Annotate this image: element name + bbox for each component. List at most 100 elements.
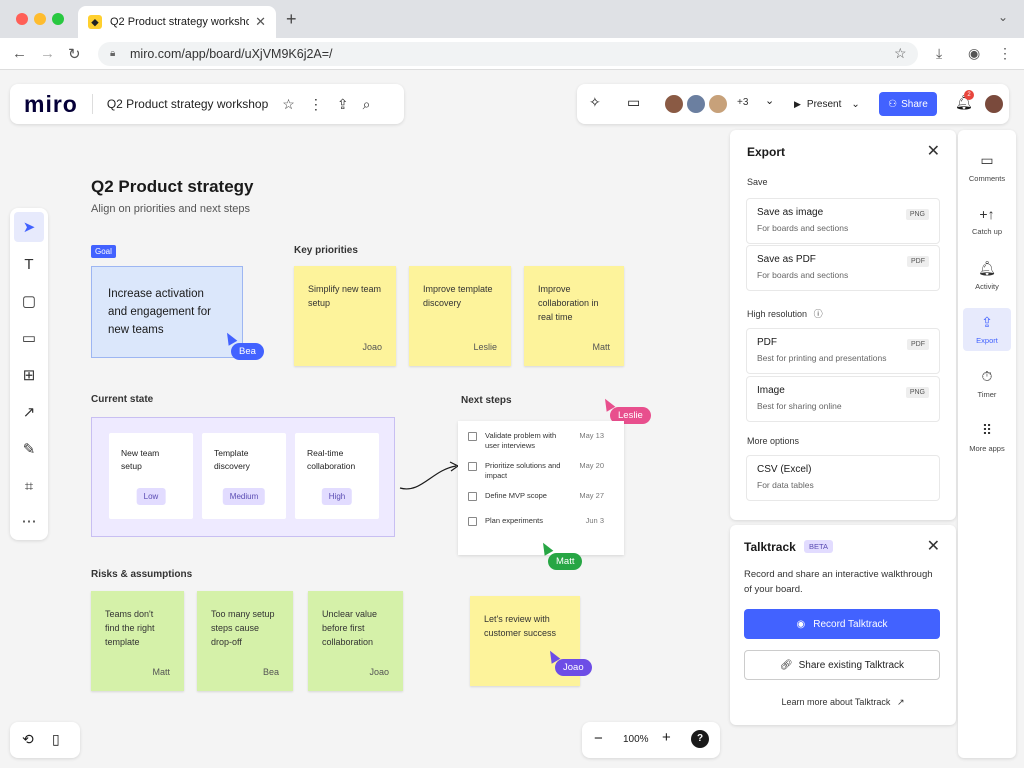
reactions-icon[interactable]: ✧: [589, 94, 601, 111]
export-option-save-image[interactable]: Save as image For boards and sections PN…: [746, 198, 940, 244]
grid-icon: ⠿: [981, 422, 993, 438]
zoom-level[interactable]: 100%: [623, 734, 649, 745]
help-icon[interactable]: ?: [691, 730, 709, 748]
record-talktrack-button[interactable]: ◉ Record Talktrack: [744, 609, 940, 639]
chat-icon[interactable]: ▭: [627, 94, 640, 111]
sidebar-item-comments[interactable]: ▭ Comments: [958, 152, 1016, 183]
zoom-panel: − 100% + ?: [582, 722, 720, 758]
present-button[interactable]: ▶ Present ⌄: [794, 92, 860, 116]
profile-icon[interactable]: ◉: [968, 45, 980, 62]
more-menu-icon[interactable]: ⋮: [309, 96, 323, 113]
current-state-frame[interactable]: New team setup Low Template discovery Me…: [91, 417, 395, 537]
bookmark-star-icon[interactable]: ☆: [894, 45, 907, 62]
avatar[interactable]: [685, 93, 707, 115]
option-desc: For boards and sections: [757, 223, 849, 233]
export-option-csv[interactable]: CSV (Excel) For data tables: [746, 455, 940, 501]
state-card[interactable]: Template discovery Medium: [202, 433, 286, 519]
star-icon[interactable]: ☆: [282, 96, 295, 113]
learn-more-link[interactable]: Learn more about Talktrack ↗: [730, 697, 956, 708]
chevron-down-icon[interactable]: ⌄: [851, 99, 859, 110]
more-collaborators-count[interactable]: +3: [737, 97, 748, 108]
sidebar-item-label: Catch up: [971, 227, 1003, 236]
miro-logo[interactable]: miro: [24, 91, 78, 118]
sticky-note[interactable]: Unclear value before first collaboration…: [308, 591, 403, 691]
board-map-icon[interactable]: ▯: [52, 731, 60, 748]
checkbox[interactable]: [468, 462, 477, 471]
select-tool-icon[interactable]: ➤: [14, 212, 44, 242]
section-label: High resolution ⓘ: [747, 307, 823, 320]
share-talktrack-button[interactable]: 🔗︎ Share existing Talktrack: [744, 650, 940, 680]
avatar[interactable]: [707, 93, 729, 115]
sidebar-item-timer[interactable]: ⏱︎ Timer: [958, 368, 1016, 399]
search-icon[interactable]: ⌕: [363, 96, 371, 113]
url-field[interactable]: 🔒︎ miro.com/app/board/uXjVM9K6j2A=/: [98, 42, 918, 66]
upload-icon[interactable]: ⇪: [337, 96, 349, 113]
sidebar-item-more-apps[interactable]: ⠿ More apps: [958, 422, 1016, 453]
connector-arrow[interactable]: [396, 460, 466, 500]
shapes-tool-icon[interactable]: ⊞: [14, 360, 44, 390]
arrow-tool-icon[interactable]: ↗: [14, 397, 44, 427]
checkbox[interactable]: [468, 517, 477, 526]
board-name[interactable]: Q2 Product strategy workshop: [107, 97, 268, 111]
browser-menu-icon[interactable]: ⋮: [998, 45, 1012, 62]
sticky-note[interactable]: Too many setup steps cause drop-off Bea: [197, 591, 293, 691]
state-card[interactable]: Real-time collaboration High: [295, 433, 379, 519]
back-icon[interactable]: ←: [12, 45, 27, 62]
frame-tool-icon[interactable]: ⌗: [14, 471, 44, 501]
sidebar-item-export[interactable]: ⇪ Export: [963, 308, 1011, 351]
export-option-image[interactable]: Image Best for sharing online PNG: [746, 376, 940, 422]
close-icon[interactable]: ✕: [927, 536, 940, 556]
forward-icon[interactable]: →: [40, 45, 55, 62]
user-avatar[interactable]: [983, 93, 1005, 115]
state-text: Real-time collaboration: [307, 448, 356, 471]
option-title: PDF: [757, 337, 777, 348]
checkbox[interactable]: [468, 492, 477, 501]
export-option-pdf[interactable]: PDF Best for printing and presentations …: [746, 328, 940, 374]
goal-card[interactable]: Increase activation and engagement for n…: [91, 266, 243, 358]
maximize-window-button[interactable]: [52, 13, 64, 25]
sticky-note[interactable]: Simplify new team setup Joao: [294, 266, 396, 366]
pen-tool-icon[interactable]: ✎: [14, 434, 44, 464]
sticky-note[interactable]: Improve collaboration in real time Matt: [524, 266, 624, 366]
close-icon[interactable]: ✕: [927, 141, 940, 161]
bottom-left-panel: ⟲ ▯: [10, 722, 80, 758]
share-button[interactable]: ⚇ Share: [879, 92, 937, 116]
link-icon: 🔗︎: [779, 659, 793, 671]
section-label: Save: [747, 177, 768, 187]
info-icon[interactable]: ⓘ: [814, 309, 823, 319]
sidebar-item-catch-up[interactable]: +↑ Catch up: [958, 206, 1016, 236]
option-desc: For boards and sections: [757, 270, 849, 280]
sticky-note[interactable]: Improve template discovery Leslie: [409, 266, 511, 366]
export-option-save-pdf[interactable]: Save as PDF For boards and sections PDF: [746, 245, 940, 291]
state-card[interactable]: New team setup Low: [109, 433, 193, 519]
reload-icon[interactable]: ↻: [68, 45, 81, 63]
share-label: Share: [901, 98, 928, 110]
task-text: Plan experiments: [485, 516, 543, 525]
sticky-note-tool-icon[interactable]: ▢: [14, 286, 44, 316]
record-label: Record Talktrack: [813, 618, 888, 630]
option-title: Image: [757, 385, 785, 396]
browser-tab[interactable]: ◆ Q2 Product strategy workshop ✕: [78, 6, 276, 38]
board-canvas[interactable]: miro Q2 Product strategy workshop ☆ ⋮ ⇪ …: [0, 70, 1024, 768]
history-icon[interactable]: ⟲: [22, 731, 34, 748]
avatar[interactable]: [663, 93, 685, 115]
zoom-in-icon[interactable]: +: [662, 729, 671, 746]
new-tab-icon[interactable]: +: [286, 9, 297, 30]
close-window-button[interactable]: [16, 13, 28, 25]
text-tool-icon[interactable]: T: [14, 249, 44, 279]
comment-tool-icon[interactable]: ▭: [14, 323, 44, 353]
checkbox[interactable]: [468, 432, 477, 441]
sidebar-item-activity[interactable]: 🔔︎ Activity: [958, 260, 1016, 291]
close-tab-icon[interactable]: ✕: [255, 14, 266, 30]
sidebar-item-label: Export: [976, 336, 998, 345]
more-tools-icon[interactable]: ⋯: [14, 506, 44, 536]
minimize-window-button[interactable]: [34, 13, 46, 25]
url-text: miro.com/app/board/uXjVM9K6j2A=/: [130, 47, 333, 61]
zoom-out-icon[interactable]: −: [594, 730, 603, 747]
next-steps-card[interactable]: Validate problem with user interviews Ma…: [458, 421, 624, 555]
chevron-down-icon[interactable]: ⌄: [765, 94, 774, 107]
task-date: Jun 3: [585, 516, 604, 525]
tab-list-chevron-icon[interactable]: ⌄: [998, 10, 1008, 24]
download-icon[interactable]: ⤓: [936, 45, 942, 62]
sticky-note[interactable]: Teams don't find the right template Matt: [91, 591, 184, 691]
